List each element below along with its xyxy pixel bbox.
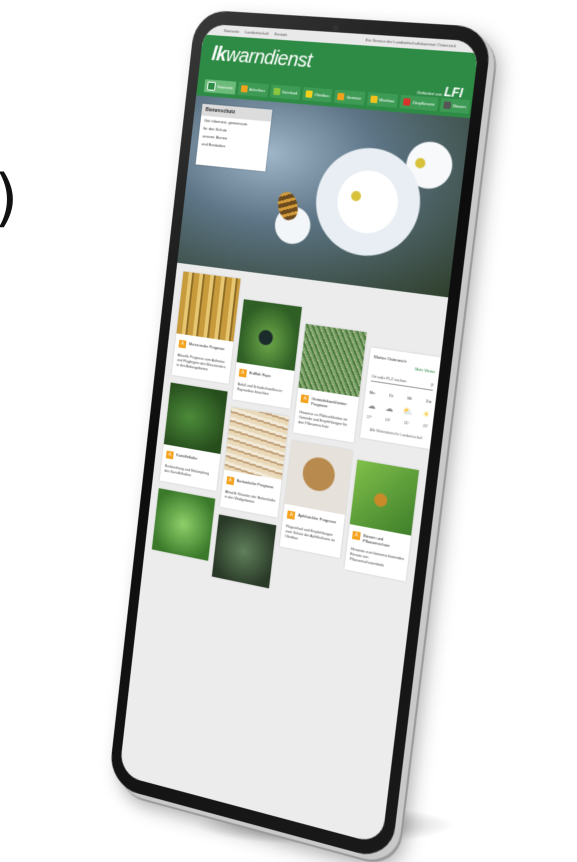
nav-item-startseite[interactable]: Startseite [203, 79, 237, 95]
warning-badge-icon: A [287, 510, 296, 520]
nav-label: Grünland [281, 89, 298, 96]
bee-image [275, 189, 301, 223]
nav-label: Gemüse [346, 94, 362, 101]
nav-label: Startseite [217, 84, 234, 91]
flower-center [350, 190, 362, 202]
cloud-icon: ☁ [367, 400, 377, 412]
warning-badge-icon: A [352, 530, 361, 541]
warning-badge-icon: A [300, 394, 310, 404]
fruit-icon [305, 90, 314, 98]
nav-item-gruenland[interactable]: Grünland [269, 84, 302, 100]
card-title: Apfelwickler Prognose [297, 512, 337, 525]
nav-item-obstbau[interactable]: Obstbau [302, 87, 333, 103]
weather-day: Do [425, 398, 432, 405]
nav-item-weinbau[interactable]: Weinbau [366, 92, 399, 108]
decorative-parenthesis: ) [0, 158, 34, 238]
weather-footer[interactable]: Alle Wetterdaten für Landwirtschaft [365, 427, 427, 442]
topbar-link-home[interactable]: Startseite [223, 28, 239, 34]
weather-search-input[interactable]: Ort oder PLZ suchen ⚲ [370, 373, 434, 391]
weather-temp: 21° [403, 420, 410, 426]
nav-label: Weinbau [378, 97, 395, 104]
nav-label: Zierpflanzen [412, 99, 436, 107]
card-image [349, 459, 420, 536]
weather-temp: 17° [366, 414, 373, 420]
article-card[interactable] [211, 514, 277, 589]
nav-label: Obstbau [314, 91, 330, 99]
grass-icon [273, 87, 281, 96]
warning-badge-icon: A [178, 339, 187, 349]
card-image [298, 323, 367, 398]
article-card[interactable]: A Bienen und Pflanzenschutz Hinweise zum … [344, 459, 420, 582]
weather-day: Mo [369, 389, 376, 396]
card-title: Bienen und Pflanzenschutz [362, 532, 390, 549]
grape-icon [369, 95, 378, 104]
tablet-device: Startseite Landwirtschaft Kontakt Ein Se… [108, 9, 493, 862]
weather-temp: 22° [422, 423, 429, 429]
home-icon [206, 81, 216, 91]
card-description: Beobachtung und Bekämpfung des Kartoffel… [164, 463, 210, 478]
article-card[interactable]: A Maiszünsler Prognose Aktuelle Prognose … [171, 271, 241, 384]
bee-icon [443, 101, 452, 110]
article-card[interactable]: A Apfelwickler Prognose Flugverlauf und E… [279, 440, 353, 559]
card-title: Getreidekrankheiten Prognose [311, 395, 347, 409]
article-card[interactable]: A Borkenkäfer Prognose Aktuelle Situation… [219, 407, 290, 518]
card-description: Flugverlauf und Empfehlungen zum Schutz … [284, 524, 336, 543]
wheat-icon [240, 85, 248, 93]
card-image [211, 514, 277, 589]
card-image [163, 382, 228, 454]
card-description: Hinweise zu Pilzkrankheiten im Getreide … [298, 410, 348, 430]
nav-label: Bienen [452, 103, 467, 110]
weather-day: Di [389, 392, 394, 399]
nav-item-ackerbau[interactable]: Ackerbau [237, 81, 269, 98]
article-card[interactable] [151, 488, 215, 561]
warning-badge-icon: A [225, 476, 235, 486]
nav-label: Ackerbau [249, 86, 266, 93]
card-image [151, 488, 215, 561]
nav-item-zierpflanzen[interactable]: Zierpflanzen [399, 94, 439, 112]
card-description: Befall und Schadschwellen im Rapsanbau b… [236, 382, 283, 397]
weather-temp: 19° [384, 417, 391, 423]
tablet-screen: Startseite Landwirtschaft Kontakt Ein Se… [119, 23, 480, 845]
warning-badge-icon: A [238, 368, 247, 378]
topbar-link-agriculture[interactable]: Landwirtschaft [244, 29, 269, 36]
card-title: Borkenkäfer Prognose [236, 477, 274, 490]
logo-rest: warndienst [224, 44, 314, 73]
card-title: Kartoffelkäfer [175, 452, 198, 461]
flower-icon [403, 98, 411, 106]
article-card[interactable]: A Erdfloh Raps Befall und Schadschwellen … [232, 299, 303, 409]
card-description: Aktuelle Prognose zum Auftreten und Flug… [176, 353, 226, 372]
card-image [236, 299, 303, 371]
hero-textbox: Bienenschutz Gut informiert, gemeinsam f… [195, 103, 273, 172]
weather-day: Mi [407, 395, 413, 402]
card-image [176, 271, 241, 342]
card-image [223, 407, 290, 481]
hero-banner[interactable]: Bienenschutz Gut informiert, gemeinsam f… [177, 95, 471, 298]
topbar-link-contact[interactable]: Kontakt [274, 31, 287, 37]
warning-badge-icon: A [165, 450, 174, 460]
nav-item-bienen[interactable]: Bienen [440, 97, 470, 114]
article-card[interactable]: A Getreidekrankheiten Prognose Hinweise z… [293, 323, 367, 443]
nav-item-gemuese[interactable]: Gemüse [334, 89, 365, 106]
card-description: Hinweise zum bienenschonenden Einsatz vo… [349, 546, 405, 568]
search-icon[interactable]: ⚲ [430, 382, 433, 388]
flower-center [414, 157, 426, 169]
vegetable-icon [337, 92, 345, 101]
sun-icon: ☀ [422, 409, 431, 420]
content-grid: A Maiszünsler Prognose Aktuelle Prognose … [143, 263, 448, 618]
weather-search-placeholder: Ort oder PLZ suchen [371, 373, 407, 384]
cloud-sun-icon: ⛅ [402, 406, 414, 417]
card-image [284, 440, 353, 515]
cloud-icon: ☁ [384, 403, 394, 414]
card-description: Aktuelle Situation der Borkenkäfer in de… [224, 489, 276, 505]
weather-widget: Wetter Österreich Mehr Wetter Ort oder P… [360, 347, 441, 450]
site-logo[interactable]: lkwarndienst [210, 43, 314, 73]
card-title: Maiszünsler Prognose [188, 341, 225, 352]
card-title: Erdfloh Raps [248, 370, 271, 379]
article-card[interactable]: A Kartoffelkäfer Beobachtung und Bekämpfu… [159, 382, 228, 491]
